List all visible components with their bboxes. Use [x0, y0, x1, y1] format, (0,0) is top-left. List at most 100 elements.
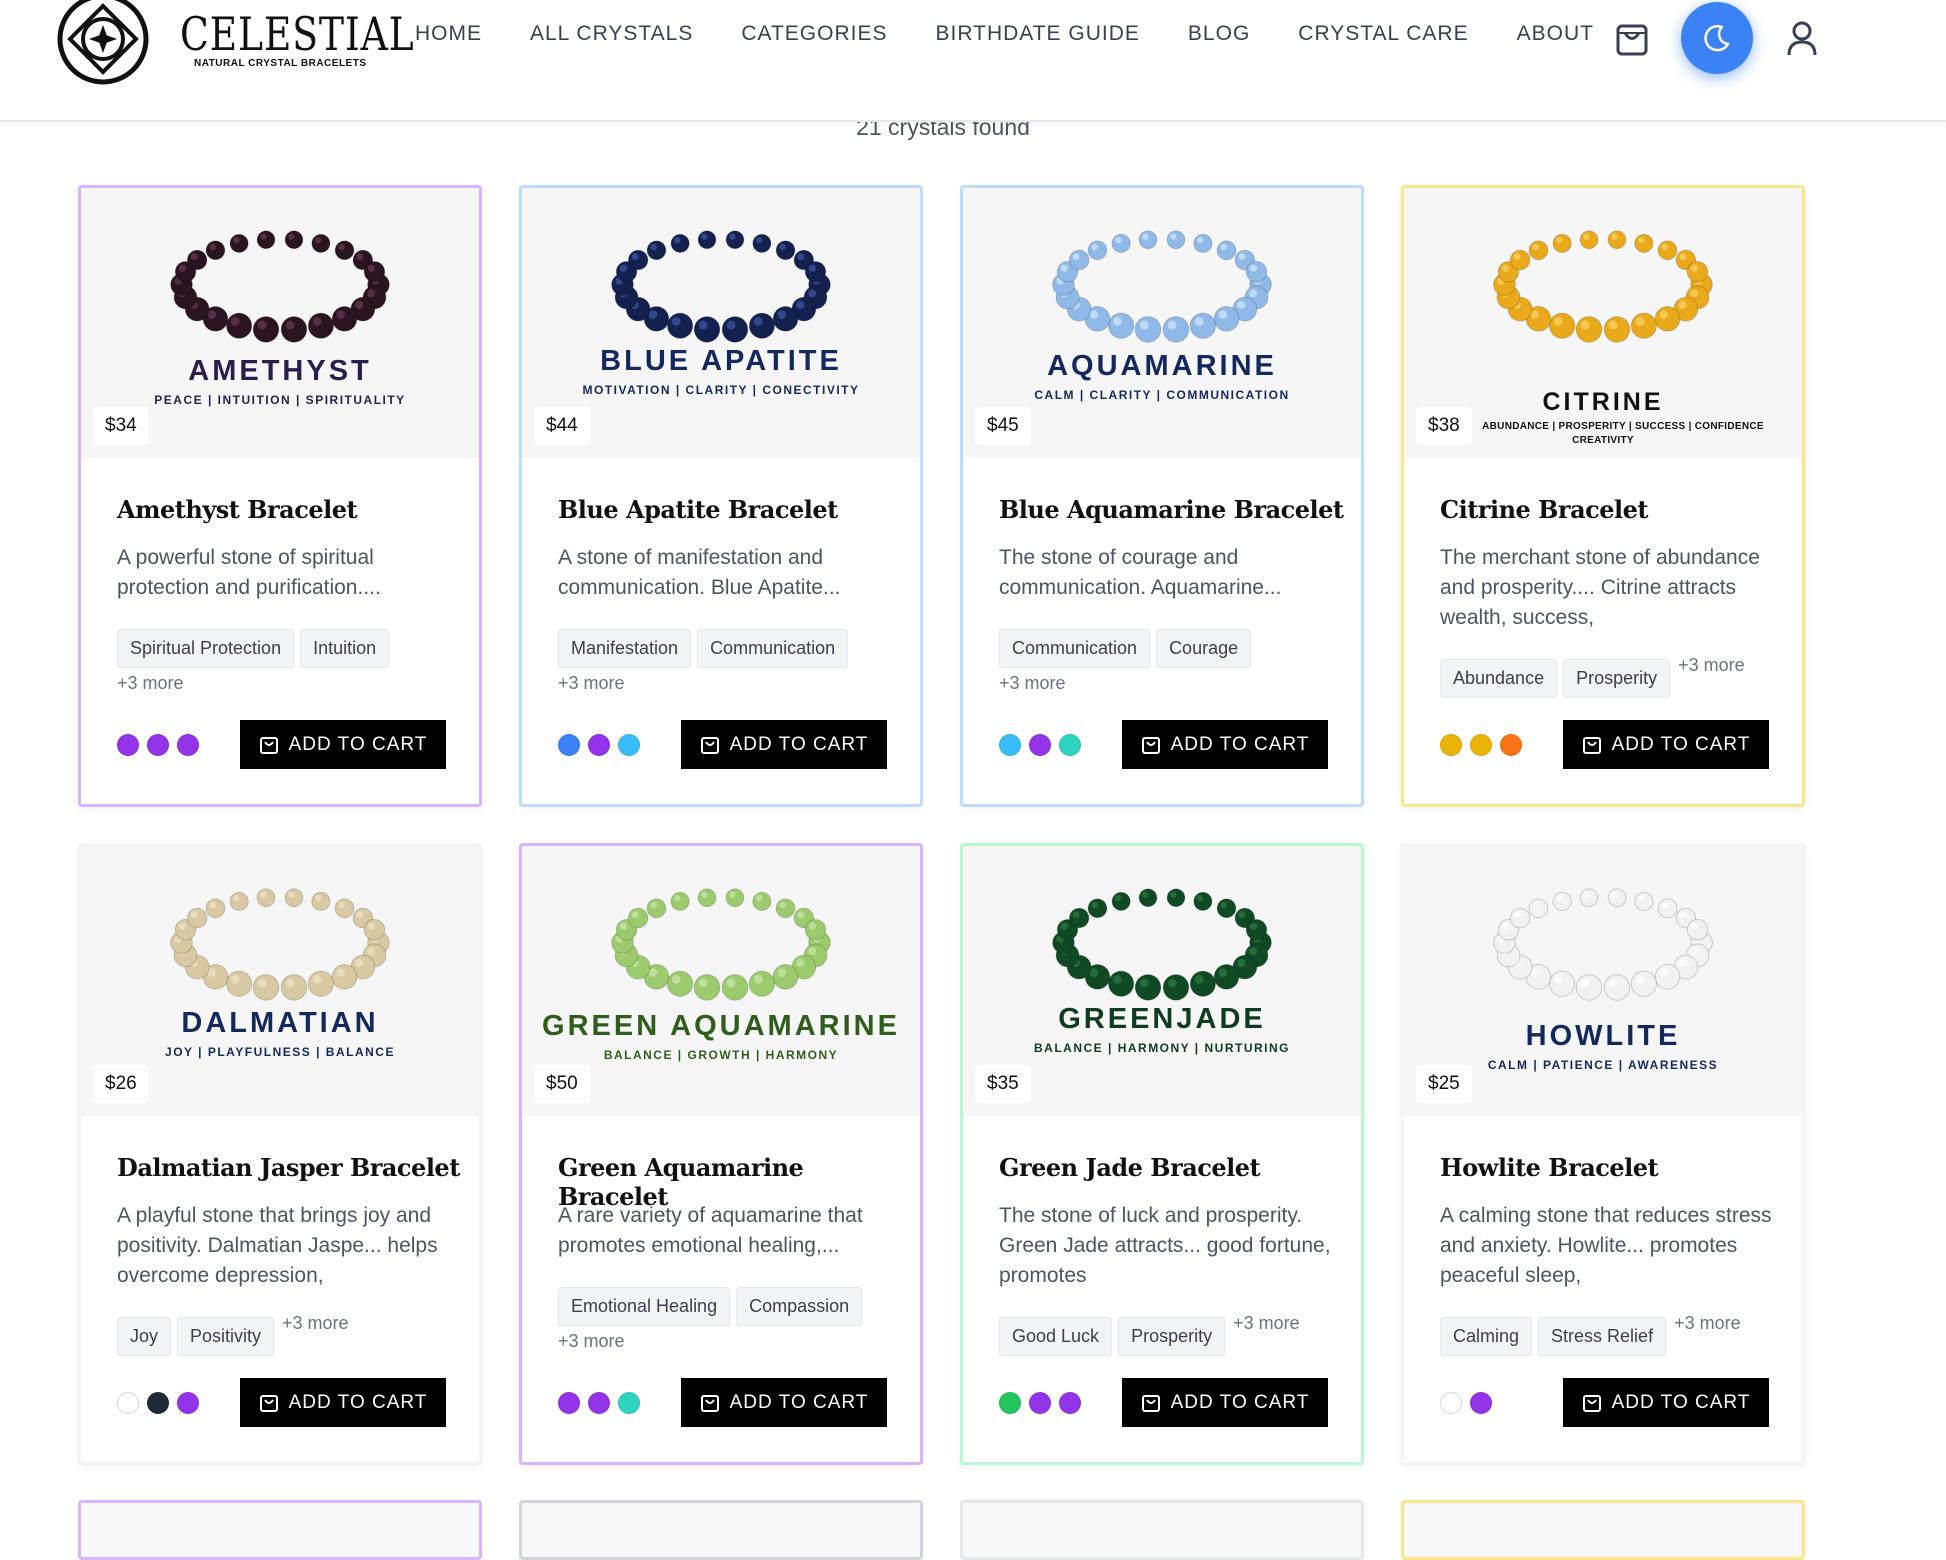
- color-swatch[interactable]: [147, 1392, 169, 1414]
- product-image[interactable]: HOWLITE CALM | PATIENCE | AWARENESS $25: [1404, 846, 1802, 1116]
- color-swatch[interactable]: [618, 734, 640, 756]
- bead: [1087, 240, 1108, 261]
- more-tags-label[interactable]: +3 more: [1674, 1313, 1741, 1334]
- product-card[interactable]: GREEN AQUAMARINE BALANCE | GROWTH | HARMO…: [519, 843, 923, 1465]
- bead: [1528, 898, 1549, 919]
- product-title[interactable]: Blue Aquamarine Bracelet: [999, 495, 1344, 524]
- product-card[interactable]: BLUE APATITE MOTIVATION | CLARITY | CONEC…: [519, 185, 923, 807]
- add-to-cart-button[interactable]: ADD TO CART: [240, 1378, 446, 1427]
- nav-categories[interactable]: CATEGORIES: [741, 22, 887, 46]
- product-card-partial[interactable]: [960, 1500, 1364, 1560]
- bead: [697, 230, 717, 250]
- bead: [1213, 306, 1240, 332]
- add-to-cart-button[interactable]: ADD TO CART: [681, 720, 887, 769]
- bead: [1108, 970, 1135, 997]
- add-to-cart-button[interactable]: ADD TO CART: [1122, 720, 1328, 769]
- product-title[interactable]: Blue Apatite Bracelet: [558, 495, 838, 524]
- more-tags-label[interactable]: +3 more: [282, 1313, 349, 1334]
- bead-highlight: [779, 243, 786, 251]
- add-to-cart-button[interactable]: ADD TO CART: [681, 1378, 887, 1427]
- more-tags-label[interactable]: +3 more: [558, 673, 625, 694]
- user-icon[interactable]: [1782, 18, 1822, 58]
- color-swatch[interactable]: [558, 734, 580, 756]
- product-card[interactable]: GREENJADE BALANCE | HARMONY | NURTURING $3…: [960, 843, 1364, 1465]
- color-swatch[interactable]: [117, 734, 139, 756]
- price-badge: $38: [1416, 407, 1472, 445]
- color-swatch[interactable]: [588, 734, 610, 756]
- color-swatch[interactable]: [117, 1392, 139, 1414]
- color-swatches: [558, 1392, 648, 1414]
- celestial-logo-icon[interactable]: [56, 0, 150, 86]
- color-swatches: [1440, 734, 1530, 756]
- product-card[interactable]: HOWLITE CALM | PATIENCE | AWARENESS $25 How…: [1401, 843, 1805, 1465]
- product-title[interactable]: Amethyst Bracelet: [117, 495, 358, 524]
- bead-highlight: [209, 243, 216, 251]
- bead: [1189, 970, 1216, 997]
- color-swatch[interactable]: [1029, 1392, 1051, 1414]
- more-tags-label[interactable]: +3 more: [1233, 1313, 1300, 1334]
- color-swatch[interactable]: [558, 1392, 580, 1414]
- product-card[interactable]: AQUAMARINE CALM | CLARITY | COMMUNICATION…: [960, 185, 1364, 807]
- add-to-cart-button[interactable]: ADD TO CART: [1122, 1378, 1328, 1427]
- product-image[interactable]: GREEN AQUAMARINE BALANCE | GROWTH | HARMO…: [522, 846, 920, 1116]
- product-title[interactable]: Dalmatian Jasper Bracelet: [117, 1153, 460, 1182]
- color-swatch[interactable]: [1059, 734, 1081, 756]
- product-card-partial[interactable]: [519, 1500, 923, 1560]
- color-swatch[interactable]: [177, 734, 199, 756]
- color-swatch[interactable]: [177, 1392, 199, 1414]
- bead-highlight: [1197, 236, 1204, 244]
- product-card[interactable]: CITRINE ABUNDANCE | PROSPERITY | SUCCESS …: [1401, 185, 1805, 807]
- add-to-cart-button[interactable]: ADD TO CART: [240, 720, 446, 769]
- nav-crystal-care[interactable]: CRYSTAL CARE: [1298, 22, 1468, 46]
- color-swatch[interactable]: [1440, 734, 1462, 756]
- color-swatch[interactable]: [999, 734, 1021, 756]
- bead: [1245, 261, 1268, 283]
- bead-highlight: [336, 968, 346, 977]
- product-image[interactable]: DALMATIAN JOY | PLAYFULNESS | BALANCE $26: [81, 846, 479, 1116]
- add-to-cart-button[interactable]: ADD TO CART: [1563, 1378, 1769, 1427]
- product-card-partial[interactable]: [1401, 1500, 1805, 1560]
- nav-about[interactable]: ABOUT: [1517, 22, 1594, 46]
- color-swatch[interactable]: [999, 1392, 1021, 1414]
- color-swatch[interactable]: [147, 734, 169, 756]
- more-tags-label[interactable]: +3 more: [999, 673, 1066, 694]
- color-swatch[interactable]: [588, 1392, 610, 1414]
- bead: [1657, 240, 1678, 261]
- color-swatch[interactable]: [1470, 734, 1492, 756]
- more-tags-label[interactable]: +3 more: [117, 673, 184, 694]
- product-title[interactable]: Howlite Bracelet: [1440, 1153, 1659, 1182]
- product-description: A stone of manifestation and communicati…: [558, 546, 841, 599]
- bead-highlight: [1611, 891, 1618, 898]
- color-swatch[interactable]: [1059, 1392, 1081, 1414]
- color-swatch[interactable]: [1470, 1392, 1492, 1414]
- bead: [229, 233, 249, 253]
- color-swatch[interactable]: [1440, 1392, 1462, 1414]
- product-card[interactable]: DALMATIAN JOY | PLAYFULNESS | BALANCE $26 D…: [78, 843, 482, 1465]
- product-image[interactable]: AMETHYST PEACE | INTUITION | SPIRITUALITY…: [81, 188, 479, 458]
- product-card[interactable]: AMETHYST PEACE | INTUITION | SPIRITUALITY…: [78, 185, 482, 807]
- bead-highlight: [1072, 911, 1080, 919]
- theme-toggle-button[interactable]: [1681, 2, 1753, 74]
- color-swatch[interactable]: [1029, 734, 1051, 756]
- nav-birthdate-guide[interactable]: BIRTHDATE GUIDE: [936, 22, 1140, 46]
- product-image[interactable]: CITRINE ABUNDANCE | PROSPERITY | SUCCESS …: [1404, 188, 1802, 458]
- product-image[interactable]: GREENJADE BALANCE | HARMONY | NURTURING $3…: [963, 846, 1361, 1116]
- product-title[interactable]: Green Jade Bracelet: [999, 1153, 1261, 1182]
- more-tags-label[interactable]: +3 more: [558, 1331, 625, 1352]
- product-title[interactable]: Citrine Bracelet: [1440, 495, 1648, 524]
- bead: [1138, 230, 1158, 250]
- add-to-cart-button[interactable]: ADD TO CART: [1563, 720, 1769, 769]
- product-image[interactable]: AQUAMARINE CALM | CLARITY | COMMUNICATION…: [963, 188, 1361, 458]
- product-image[interactable]: BLUE APATITE MOTIVATION | CLARITY | CONEC…: [522, 188, 920, 458]
- nav-home[interactable]: HOME: [415, 22, 482, 46]
- product-card-partial[interactable]: [78, 1500, 482, 1560]
- bead-highlight: [1249, 264, 1258, 272]
- color-swatch[interactable]: [1500, 734, 1522, 756]
- more-tags-label[interactable]: +3 more: [1678, 655, 1745, 676]
- nav-blog[interactable]: BLOG: [1188, 22, 1250, 46]
- shopping-bag-icon[interactable]: [1612, 18, 1652, 58]
- bead-highlight: [257, 978, 267, 988]
- nav-all-crystals[interactable]: ALL CRYSTALS: [530, 22, 693, 46]
- stone-name-label: HOWLITE: [1525, 1020, 1681, 1052]
- color-swatch[interactable]: [618, 1392, 640, 1414]
